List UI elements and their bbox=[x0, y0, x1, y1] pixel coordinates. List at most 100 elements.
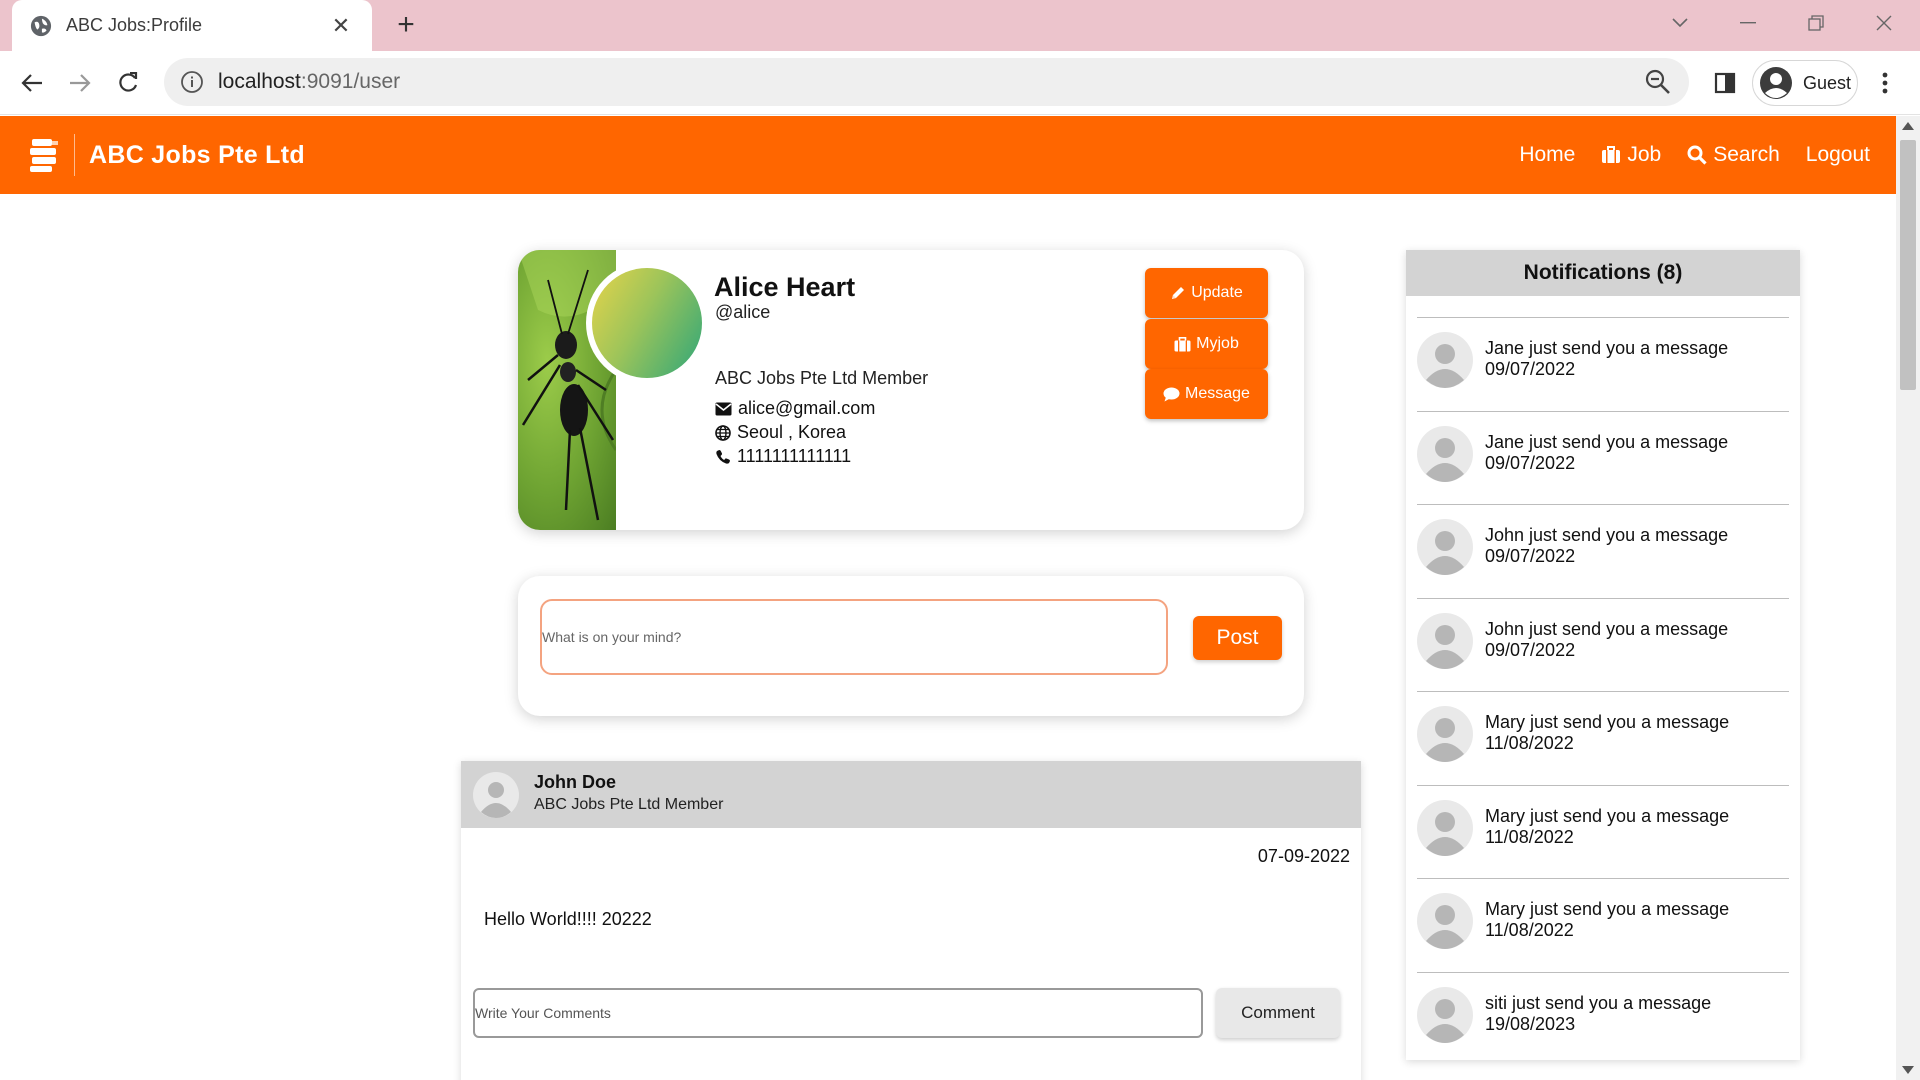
notification-item[interactable]: John just send you a message 09/07/2022 bbox=[1417, 504, 1789, 598]
message-label: Message bbox=[1185, 385, 1250, 402]
browser-toolbar: localhost:9091/user Guest bbox=[0, 51, 1920, 115]
notification-item[interactable]: Jane just send you a message 09/07/2022 bbox=[1417, 317, 1789, 411]
profile-name: Alice Heart bbox=[714, 272, 856, 302]
notification-date: 09/07/2022 bbox=[1485, 452, 1576, 473]
briefcase-icon bbox=[1602, 146, 1621, 163]
close-window-icon[interactable] bbox=[1854, 8, 1914, 38]
comment-input[interactable] bbox=[473, 988, 1203, 1038]
nav-logout[interactable]: Logout bbox=[1806, 143, 1870, 167]
notification-date: 11/08/2022 bbox=[1485, 826, 1574, 847]
nav-home-label: Home bbox=[1519, 143, 1576, 166]
scroll-up-icon[interactable] bbox=[1902, 122, 1914, 130]
reload-icon[interactable] bbox=[110, 65, 146, 101]
notification-message: Jane just send you a message bbox=[1485, 338, 1729, 358]
globe-icon bbox=[30, 15, 52, 36]
brand-divider bbox=[74, 134, 75, 176]
scroll-down-icon[interactable] bbox=[1902, 1066, 1914, 1074]
brand[interactable]: ABC Jobs Pte Ltd bbox=[28, 134, 305, 176]
default-avatar-icon bbox=[1417, 612, 1473, 669]
notification-message: Mary just send you a message bbox=[1485, 712, 1730, 732]
globe-icon bbox=[715, 424, 731, 441]
notification-text: Jane just send you a message 09/07/2022 bbox=[1485, 432, 1728, 474]
post-header: John Doe ABC Jobs Pte Ltd Member bbox=[461, 761, 1361, 828]
notification-date: 19/08/2023 bbox=[1485, 1013, 1576, 1034]
notification-text: Mary just send you a message 11/08/2022 bbox=[1485, 712, 1729, 754]
notification-item[interactable]: Mary just send you a message 11/08/2022 bbox=[1417, 878, 1789, 972]
post-author-role: ABC Jobs Pte Ltd Member bbox=[534, 796, 724, 813]
profile-phone-text: 1111111111111 bbox=[737, 446, 852, 466]
new-tab-button[interactable]: + bbox=[390, 10, 422, 42]
notification-message: Mary just send you a message bbox=[1485, 899, 1730, 919]
back-icon[interactable] bbox=[14, 65, 50, 101]
notifications-list: Jane just send you a message 09/07/2022 Ja… bbox=[1417, 317, 1789, 1065]
notification-item[interactable]: siti just send you a message 19/08/2023 bbox=[1417, 971, 1789, 1066]
post-button[interactable]: Post bbox=[1193, 616, 1282, 660]
page-scrollbar[interactable] bbox=[1896, 116, 1920, 1080]
scroll-thumb[interactable] bbox=[1900, 140, 1916, 390]
notification-message: John just send you a message bbox=[1485, 618, 1729, 639]
avatar-image bbox=[592, 268, 702, 378]
profile-card: Alice Heart @alice ABC Jobs Pte Ltd Memb… bbox=[518, 250, 1304, 530]
side-panel-icon[interactable] bbox=[1707, 65, 1743, 101]
notification-item[interactable]: Mary just send you a message 11/08/2022 bbox=[1417, 691, 1789, 785]
post-body: Hello World!!!! 20222 bbox=[484, 909, 652, 929]
page-viewport: ABC Jobs Pte Ltd Home Job Search Logout bbox=[0, 116, 1920, 1080]
close-tab-icon[interactable]: ✕ bbox=[328, 13, 354, 39]
notification-text: John just send you a message 09/07/2022 bbox=[1485, 525, 1728, 567]
site-info-icon[interactable] bbox=[180, 70, 204, 94]
search-icon bbox=[1687, 145, 1707, 165]
url-host: localhost bbox=[218, 70, 301, 93]
url-text: localhost:9091/user bbox=[218, 70, 1643, 94]
avatar[interactable] bbox=[586, 262, 708, 384]
default-avatar-icon bbox=[1417, 706, 1473, 762]
site-navbar: ABC Jobs Pte Ltd Home Job Search Logout bbox=[0, 116, 1896, 194]
notification-item[interactable]: John just send you a message 09/07/2022 bbox=[1417, 597, 1789, 692]
default-avatar-icon bbox=[1417, 519, 1473, 575]
nav-search[interactable]: Search bbox=[1687, 143, 1780, 167]
message-button[interactable]: Message bbox=[1145, 369, 1268, 419]
notification-date: 09/07/2022 bbox=[1485, 359, 1576, 379]
notification-date: 11/08/2022 bbox=[1485, 920, 1574, 940]
tab-search-icon[interactable] bbox=[1650, 8, 1710, 38]
nav-job-label: Job bbox=[1627, 143, 1662, 166]
notification-text: Mary just send you a message 11/08/2022 bbox=[1485, 899, 1729, 941]
post-input[interactable] bbox=[540, 599, 1168, 675]
default-avatar-icon bbox=[1417, 986, 1473, 1043]
profile-email: alice@gmail.com bbox=[715, 398, 875, 419]
nav-home[interactable]: Home bbox=[1519, 143, 1575, 167]
nav-links: Home Job Search Logout bbox=[1519, 116, 1870, 194]
notification-item[interactable]: Jane just send you a message 09/07/2022 bbox=[1417, 410, 1789, 505]
url-path: :9091/user bbox=[300, 70, 401, 93]
notifications-title: Notifications (8) bbox=[1406, 250, 1800, 296]
post-date: 07-09-2022 bbox=[1257, 846, 1350, 866]
myjob-button[interactable]: Myjob bbox=[1145, 319, 1268, 369]
restore-icon[interactable] bbox=[1786, 8, 1846, 38]
browser-tab[interactable]: ABC Jobs:Profile ✕ bbox=[12, 0, 372, 51]
notification-date: 09/07/2022 bbox=[1485, 639, 1576, 660]
default-avatar-icon bbox=[1417, 425, 1473, 482]
nav-job[interactable]: Job bbox=[1601, 143, 1661, 167]
address-bar[interactable]: localhost:9091/user bbox=[164, 58, 1689, 106]
chat-bubble-icon bbox=[1163, 387, 1180, 401]
profile-location-text: Seoul , Korea bbox=[737, 422, 847, 442]
comment-button[interactable]: Comment bbox=[1216, 988, 1340, 1038]
minimize-icon[interactable] bbox=[1718, 8, 1778, 38]
notification-message: Mary just send you a message bbox=[1485, 805, 1730, 826]
profile-button[interactable]: Guest bbox=[1752, 60, 1858, 106]
profile-membership: ABC Jobs Pte Ltd Member bbox=[715, 368, 929, 388]
account-icon bbox=[1760, 67, 1792, 99]
notification-date: 11/08/2022 bbox=[1485, 733, 1574, 753]
profile-email-text: alice@gmail.com bbox=[738, 398, 876, 418]
notification-message: Jane just send you a message bbox=[1485, 431, 1729, 452]
zoom-out-icon[interactable] bbox=[1643, 67, 1673, 97]
pencil-icon bbox=[1172, 287, 1185, 299]
notification-item[interactable]: Mary just send you a message 11/08/2022 bbox=[1417, 784, 1789, 879]
myjob-label: Myjob bbox=[1196, 335, 1239, 352]
update-button[interactable]: Update bbox=[1145, 268, 1268, 318]
browser-tab-strip: ABC Jobs:Profile ✕ + bbox=[0, 0, 1920, 51]
more-menu-icon[interactable] bbox=[1870, 65, 1900, 101]
notifications-panel: Notifications (8) Jane just send you a m… bbox=[1406, 250, 1800, 1060]
forward-icon[interactable] bbox=[62, 65, 98, 101]
nav-logout-label: Logout bbox=[1805, 143, 1870, 166]
profile-label: Guest bbox=[1803, 72, 1852, 93]
